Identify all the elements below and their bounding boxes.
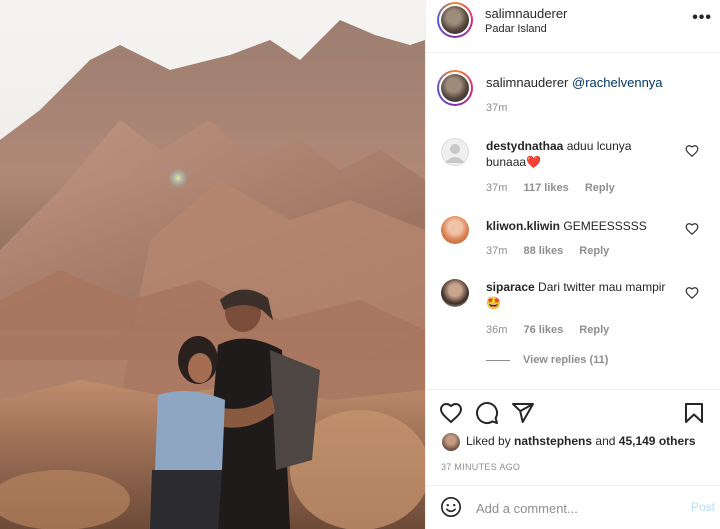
more-icon[interactable]: •••	[692, 9, 712, 27]
commenter-username[interactable]: kliwon.kliwin	[486, 219, 560, 233]
comment-like-icon[interactable]	[685, 222, 699, 236]
commenter-avatar[interactable]	[441, 216, 469, 244]
caption-mention[interactable]: @rachelvennya	[572, 75, 663, 90]
comment-composer: Post	[426, 485, 720, 529]
comment-text: kliwon.kliwin GEMEESSSSS	[486, 218, 666, 234]
post-location[interactable]: Padar Island	[485, 23, 547, 35]
comment-body: GEMEESSSSS	[563, 219, 647, 233]
comment-like-icon[interactable]	[685, 144, 699, 158]
comment-time: 37m	[486, 182, 508, 194]
bookmark-icon[interactable]	[682, 401, 706, 425]
comment-text: destydnathaa aduu lcunya bunaaa❤️	[486, 138, 666, 170]
comment-input[interactable]	[476, 498, 676, 518]
likes-others[interactable]: 45,149 others	[619, 434, 696, 448]
author-avatar[interactable]	[437, 2, 473, 38]
view-replies-label: View replies (11)	[523, 354, 609, 366]
comment-meta: 37m 117 likes Reply	[486, 182, 628, 194]
view-replies-button[interactable]: View replies (11)	[486, 354, 608, 366]
liker-avatar[interactable]	[442, 433, 460, 451]
post-comment-button[interactable]: Post	[691, 500, 715, 514]
likes-prefix: Liked by	[466, 434, 511, 449]
comment-body: Dari twitter mau mampir	[538, 280, 666, 294]
post-actions: Liked by nathstephens and 45,149 others …	[426, 389, 720, 489]
comment-likes[interactable]: 88 likes	[523, 245, 563, 257]
comment-text: siparace Dari twitter mau mampir 🤩	[486, 279, 666, 311]
commenter-username[interactable]: destydnathaa	[486, 139, 563, 153]
commenter-avatar[interactable]	[441, 279, 469, 307]
share-icon[interactable]	[511, 401, 535, 425]
caption-username[interactable]: salimnauderer	[486, 75, 568, 90]
emoji-icon[interactable]	[440, 496, 462, 518]
comment-emoji: 🤩	[486, 296, 501, 310]
caption-time: 37m	[486, 102, 508, 114]
commenter-avatar[interactable]	[441, 138, 469, 166]
reply-button[interactable]: Reply	[579, 245, 609, 257]
commenter-username[interactable]: siparace	[486, 280, 535, 294]
post-sidebar: salimnauderer Padar Island ••• salimnaud…	[425, 0, 720, 529]
post-timestamp[interactable]: 37 MINUTES AGO	[441, 462, 520, 472]
post-photo[interactable]	[0, 0, 425, 529]
comment-meta: 37m 88 likes Reply	[486, 245, 622, 257]
comment-like-icon[interactable]	[685, 286, 699, 300]
comment-time: 37m	[486, 245, 508, 257]
reply-button[interactable]: Reply	[579, 324, 609, 336]
author-username[interactable]: salimnauderer	[485, 6, 567, 21]
comment-emoji: ❤️	[526, 155, 541, 169]
comment-likes[interactable]: 76 likes	[523, 324, 563, 336]
comment-time: 36m	[486, 324, 508, 336]
photo-scene	[0, 0, 425, 529]
reply-button[interactable]: Reply	[585, 182, 615, 194]
comment-icon[interactable]	[475, 401, 499, 425]
post-header: salimnauderer Padar Island •••	[426, 0, 720, 53]
caption-avatar[interactable]	[437, 70, 473, 106]
comment-likes[interactable]: 117 likes	[523, 182, 568, 194]
likes-joiner: and	[595, 434, 616, 449]
liker-username[interactable]: nathstephens	[514, 434, 592, 448]
heart-icon[interactable]	[439, 401, 463, 425]
comment-meta: 36m 76 likes Reply	[486, 324, 622, 336]
likes-summary: Liked by nathstephens and 45,149 others	[442, 433, 696, 451]
replies-divider	[486, 359, 510, 361]
